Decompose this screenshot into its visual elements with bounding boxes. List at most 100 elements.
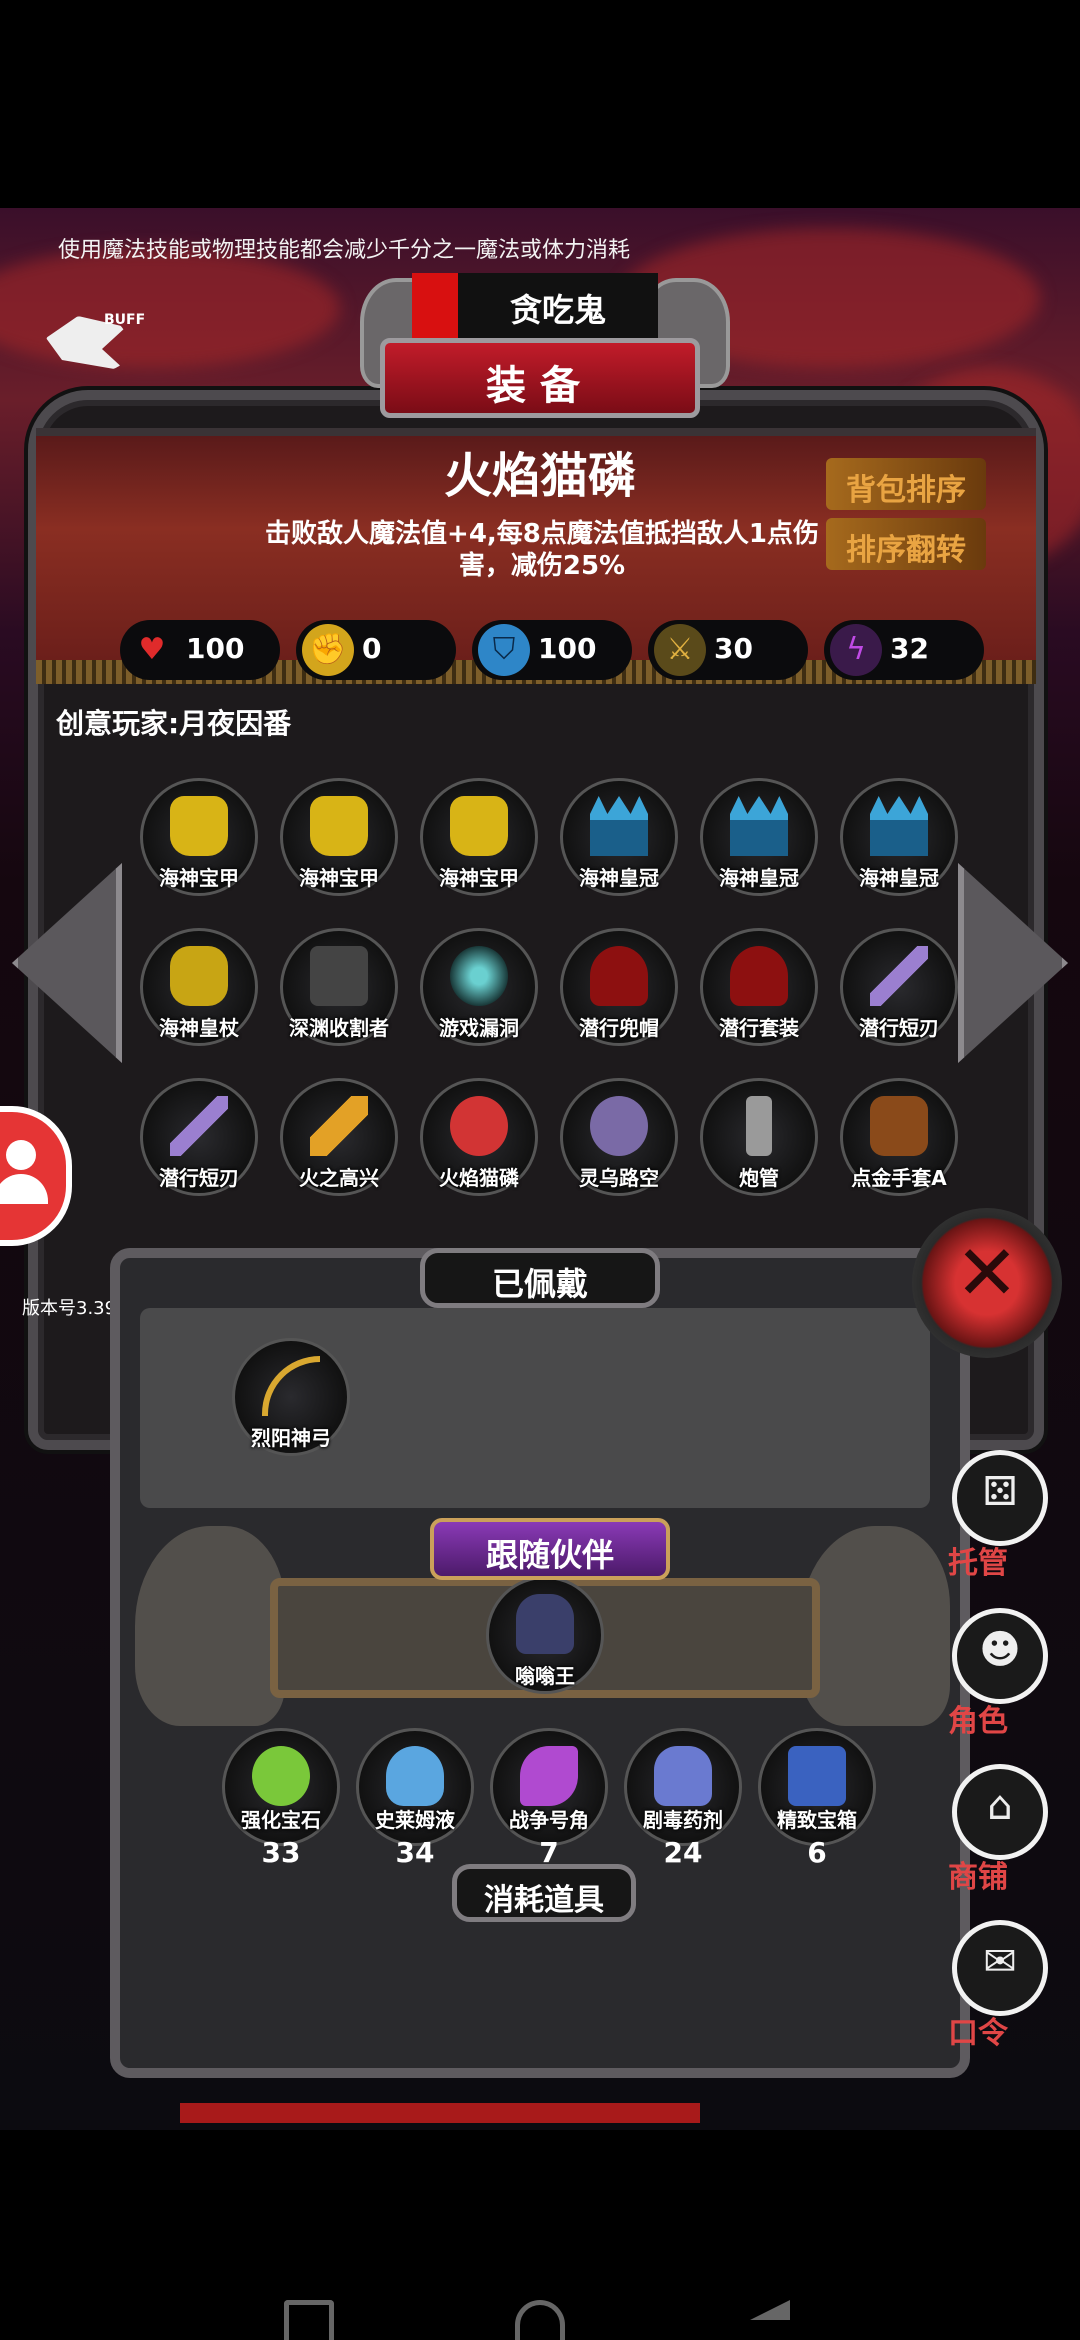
- consumable-slot[interactable]: 剧毒药剂 24: [624, 1728, 742, 1869]
- stat-attack: ⚔ 30: [648, 620, 808, 680]
- inventory-slot[interactable]: 海神皇冠: [840, 778, 958, 896]
- armor-icon: [450, 796, 508, 856]
- inventory-slot[interactable]: 潜行短刃: [840, 928, 958, 1046]
- chest-icon: [788, 1746, 846, 1806]
- gem-icon: [252, 1746, 310, 1806]
- stat-strength: ✊ 0: [296, 620, 456, 680]
- slot-label: 潜行兜帽: [579, 1016, 659, 1040]
- shop-button[interactable]: ⌂: [952, 1764, 1048, 1860]
- version-label: 版本号3.39: [22, 1298, 117, 1319]
- consumable-slot[interactable]: 精致宝箱 6: [758, 1728, 876, 1869]
- top-name: 贪吃鬼: [458, 273, 658, 343]
- slot-label: 海神皇冠: [719, 866, 799, 890]
- sort-reverse-button[interactable]: 排序翻转: [826, 518, 986, 570]
- crown-icon: [730, 796, 788, 856]
- follower-title: 跟随伙伴: [430, 1518, 670, 1580]
- slot-label: 潜行套装: [719, 1016, 799, 1040]
- consumable-count: 24: [663, 1836, 703, 1869]
- strength-icon: ✊: [302, 624, 354, 676]
- password-button[interactable]: ✉: [952, 1920, 1048, 2016]
- stats-bar: ♥ 100 ✊ 0 ⛉ 100 ⚔ 30 ϟ 32: [120, 620, 990, 690]
- item-description: 击败敌人魔法值+4,每8点魔法值抵挡敌人1点伤害，减伤25%: [265, 519, 819, 581]
- attack-icon: ⚔: [654, 624, 706, 676]
- potion-icon: [386, 1746, 444, 1806]
- inventory-slot[interactable]: 火焰猫磷: [420, 1078, 538, 1196]
- dice-icon: ⚄: [982, 1469, 1018, 1515]
- knight-icon: [516, 1594, 574, 1654]
- crown-icon: [590, 796, 648, 856]
- inventory-slot[interactable]: 深渊收割者: [280, 928, 398, 1046]
- consumables-title: 消耗道具: [452, 1864, 636, 1922]
- slot-label: 海神宝甲: [159, 866, 239, 890]
- user-icon: [6, 1140, 36, 1170]
- inventory-slot[interactable]: 海神宝甲: [420, 778, 538, 896]
- buff-logo-text: BUFF: [104, 312, 146, 328]
- stat-health: ♥ 100: [120, 620, 280, 680]
- auto-button[interactable]: ⚄: [952, 1450, 1048, 1546]
- pipe-icon: [746, 1096, 772, 1156]
- inventory-slot[interactable]: 潜行短刃: [140, 1078, 258, 1196]
- character-icon: [450, 1096, 508, 1156]
- heart-icon: ♥: [138, 632, 166, 667]
- armor-icon: [170, 796, 228, 856]
- consumable-slot[interactable]: 强化宝石 33: [222, 1728, 340, 1869]
- slot-label: 精致宝箱: [777, 1808, 857, 1832]
- follower-slot[interactable]: 嗡嗡王: [486, 1576, 604, 1694]
- consumable-slot[interactable]: 史莱姆液 34: [356, 1728, 474, 1869]
- slot-label: 海神皇冠: [859, 866, 939, 890]
- stat-value: 100: [186, 632, 245, 665]
- slot-label: 点金手套A: [851, 1166, 947, 1190]
- shop-label: 商铺: [948, 1860, 1008, 1895]
- character-button[interactable]: ☻: [952, 1608, 1048, 1704]
- buff-logo: BUFF: [38, 306, 145, 376]
- slot-label: 火之高兴: [299, 1166, 379, 1190]
- inventory-slot[interactable]: 海神宝甲: [140, 778, 258, 896]
- inventory-slot[interactable]: 点金手套A: [840, 1078, 958, 1196]
- inventory-slot[interactable]: 海神皇杖: [140, 928, 258, 1046]
- sort-bag-button[interactable]: 背包排序: [826, 458, 986, 510]
- close-icon: ✕: [955, 1228, 1019, 1317]
- inventory-slot[interactable]: 海神皇冠: [700, 778, 818, 896]
- slot-label: 炮管: [739, 1166, 779, 1190]
- slot-label: 海神皇冠: [579, 866, 659, 890]
- dagger-icon: [170, 1096, 228, 1156]
- inventory-slot[interactable]: 炮管: [700, 1078, 818, 1196]
- inventory-slot[interactable]: 海神宝甲: [280, 778, 398, 896]
- auto-label: 托管: [948, 1546, 1008, 1581]
- poison-potion-icon: [654, 1746, 712, 1806]
- consumable-slot[interactable]: 战争号角 7: [490, 1728, 608, 1869]
- equipped-title: 已佩戴: [420, 1248, 660, 1308]
- fire-sword-icon: [310, 1096, 368, 1156]
- inventory-slot[interactable]: 火之高兴: [280, 1078, 398, 1196]
- crown-icon: [870, 796, 928, 856]
- back-button[interactable]: [750, 2300, 790, 2320]
- hood-icon: [590, 946, 648, 1006]
- horn-icon: [520, 1746, 578, 1806]
- status-bar: [0, 0, 1080, 208]
- dagger-icon: [870, 946, 928, 1006]
- password-label: 口令: [948, 2016, 1008, 2051]
- inventory-slot[interactable]: 灵乌路空: [560, 1078, 678, 1196]
- creator-label: 创意玩家:月夜因番: [56, 707, 292, 740]
- armor-icon: ⛉: [478, 624, 530, 676]
- consumable-count: 33: [261, 1836, 301, 1869]
- slot-label: 深渊收割者: [289, 1016, 389, 1040]
- dragon-statue-left: [135, 1526, 285, 1726]
- slot-label: 潜行短刃: [159, 1166, 239, 1190]
- close-button[interactable]: ✕: [912, 1208, 1062, 1358]
- inventory-slot[interactable]: 海神皇冠: [560, 778, 678, 896]
- inventory-grid: 海神宝甲 海神宝甲 海神宝甲 海神皇冠 海神皇冠 海神皇冠 海神皇杖 深渊收割者…: [140, 778, 970, 1196]
- inventory-slot[interactable]: 潜行套装: [700, 928, 818, 1046]
- inventory-slot[interactable]: 潜行兜帽: [560, 928, 678, 1046]
- slot-label: 烈阳神弓: [251, 1426, 331, 1450]
- slot-label: 灵乌路空: [579, 1166, 659, 1190]
- consumable-count: 34: [395, 1836, 435, 1869]
- character-label: 角色: [948, 1704, 1008, 1739]
- consumable-count: 6: [807, 1836, 827, 1869]
- inventory-slot[interactable]: 游戏漏洞: [420, 928, 538, 1046]
- slot-label: 游戏漏洞: [439, 1016, 519, 1040]
- equipped-slot[interactable]: 烈阳神弓: [232, 1338, 350, 1456]
- recent-apps-button[interactable]: [284, 2300, 334, 2340]
- slot-label: 海神皇杖: [159, 1016, 239, 1040]
- stat-armor: ⛉ 100: [472, 620, 632, 680]
